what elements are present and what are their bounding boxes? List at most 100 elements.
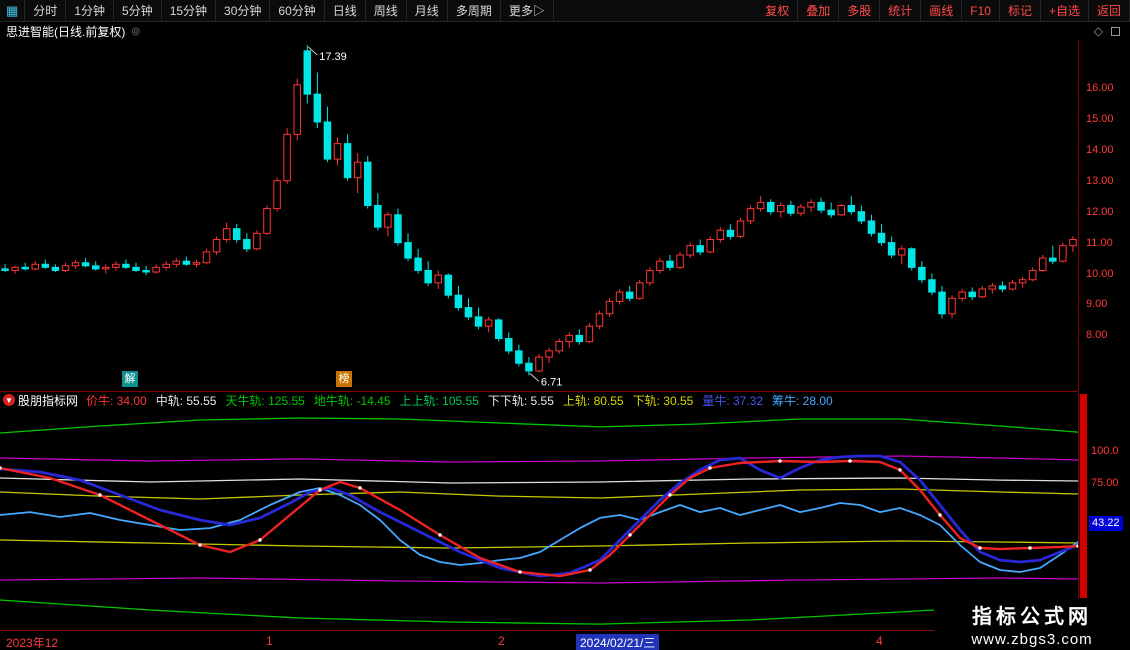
candle-body bbox=[919, 267, 926, 279]
line-marker-dot bbox=[588, 568, 591, 571]
toolbar-item-周线[interactable]: 周线 bbox=[366, 0, 407, 21]
toolbar-item-F10[interactable]: F10 bbox=[962, 0, 1000, 21]
indicator-source-name: 股朋指标网 bbox=[18, 392, 78, 409]
toolbar-item-月线[interactable]: 月线 bbox=[407, 0, 448, 21]
main-price-axis: 16.0015.0014.0013.0012.0011.0010.009.008… bbox=[1078, 40, 1130, 391]
date-label-selected: 2024/02/21/三 bbox=[576, 634, 659, 650]
trough-price-label: 6.71 bbox=[541, 376, 562, 388]
toolbar-item-更多▷[interactable]: 更多▷ bbox=[501, 0, 554, 21]
line-marker-dot bbox=[668, 493, 671, 496]
date-label: 2023年12 bbox=[6, 634, 58, 650]
candle-body bbox=[727, 230, 734, 236]
price-tick-label: 12.00 bbox=[1086, 206, 1114, 218]
candle-body bbox=[667, 261, 674, 267]
toolbar-item-统计[interactable]: 统计 bbox=[880, 0, 921, 21]
toolbar-item-1分钟[interactable]: 1分钟 bbox=[66, 0, 114, 21]
candle-body bbox=[969, 292, 976, 297]
watermark-title: 指标公式网 bbox=[972, 600, 1092, 629]
line-marker-dot bbox=[198, 543, 201, 546]
candle-body bbox=[677, 255, 684, 267]
toolbar-item-多股[interactable]: 多股 bbox=[839, 0, 880, 21]
candle-body bbox=[636, 283, 643, 298]
peak-price-label: 17.39 bbox=[319, 51, 347, 63]
tools-menu: 复权叠加多股统计画线F10标记+自选返回 bbox=[757, 0, 1130, 21]
candle-body bbox=[717, 230, 724, 239]
candle-body bbox=[878, 233, 885, 242]
candle-body bbox=[42, 264, 49, 267]
candle-body bbox=[959, 292, 966, 298]
candle-body bbox=[183, 261, 190, 264]
indicator-line-上轨 bbox=[0, 489, 1078, 499]
line-marker-dot bbox=[938, 513, 941, 516]
candles-svg: 17.39 6.71 bbox=[0, 40, 1078, 388]
indicator-line-天牛轨 bbox=[0, 418, 1078, 433]
candle-body bbox=[92, 266, 99, 269]
price-tick-label: 11.00 bbox=[1086, 237, 1113, 249]
candle-body bbox=[757, 202, 764, 208]
candle-body bbox=[838, 205, 845, 214]
candle-body bbox=[354, 162, 361, 177]
candle-body bbox=[485, 320, 492, 326]
candle-body bbox=[697, 246, 704, 252]
line-marker-dot bbox=[708, 466, 711, 469]
toolbar-item-复权[interactable]: 复权 bbox=[757, 0, 798, 21]
candle-body bbox=[767, 202, 774, 211]
candle-body bbox=[143, 270, 150, 272]
candle-body bbox=[415, 258, 422, 270]
candle-body bbox=[203, 252, 210, 263]
candle-body bbox=[445, 275, 452, 295]
candle-body bbox=[848, 205, 855, 211]
candle-body bbox=[556, 342, 563, 351]
toolbar-item-60分钟[interactable]: 60分钟 bbox=[270, 0, 324, 21]
candle-body bbox=[284, 134, 291, 180]
candle-body bbox=[1019, 280, 1026, 283]
toolbar-item-15分钟[interactable]: 15分钟 bbox=[162, 0, 216, 21]
panel-layout-icon[interactable] bbox=[1111, 27, 1120, 36]
candle-body bbox=[405, 243, 412, 258]
candle-body bbox=[898, 249, 905, 255]
ind-value-地牛轨: 地牛轨: -14.45 bbox=[314, 392, 391, 409]
current-value-badge: 43.22 bbox=[1089, 516, 1123, 531]
app-grid-icon[interactable]: ▦ bbox=[0, 0, 25, 21]
toolbar-item-画线[interactable]: 画线 bbox=[921, 0, 962, 21]
candle-body bbox=[103, 267, 110, 269]
indicator-line-下轨 bbox=[0, 540, 1078, 548]
candle-body bbox=[163, 264, 170, 267]
toolbar-item-5分钟[interactable]: 5分钟 bbox=[114, 0, 162, 21]
indicator-svg bbox=[0, 408, 1078, 630]
candle-body bbox=[1050, 258, 1057, 261]
toolbar-item-30分钟[interactable]: 30分钟 bbox=[216, 0, 270, 21]
candle-body bbox=[798, 207, 805, 213]
price-tick-label: 13.00 bbox=[1086, 175, 1114, 187]
price-tick-label: 10.00 bbox=[1086, 268, 1114, 280]
indicator-line-量牛 bbox=[0, 456, 1078, 576]
price-tick-label: 16.00 bbox=[1086, 82, 1114, 94]
candle-body bbox=[274, 181, 281, 209]
indicator-axis-bar bbox=[1080, 394, 1087, 600]
indicator-line-上上轨 bbox=[0, 456, 1078, 462]
toolbar-item-多周期[interactable]: 多周期 bbox=[448, 0, 501, 21]
toolbar-item-标记[interactable]: 标记 bbox=[1000, 0, 1041, 21]
toolbar-item-日线[interactable]: 日线 bbox=[325, 0, 366, 21]
chevron-down-icon[interactable]: ◎ bbox=[131, 26, 140, 37]
candle-body bbox=[626, 292, 633, 298]
candlestick-chart[interactable]: 17.396.71解榜 bbox=[0, 40, 1078, 388]
candle-body bbox=[425, 270, 432, 282]
candle-body bbox=[475, 317, 482, 326]
indicator-chart[interactable] bbox=[0, 408, 1078, 630]
line-marker-dot bbox=[318, 488, 321, 491]
toolbar-item-+自选[interactable]: +自选 bbox=[1041, 0, 1089, 21]
toolbar-item-返回[interactable]: 返回 bbox=[1089, 0, 1130, 21]
candle-body bbox=[818, 202, 825, 210]
diamond-icon[interactable]: ◇ bbox=[1094, 24, 1103, 38]
candle-body bbox=[193, 263, 200, 265]
candle-body bbox=[264, 209, 271, 234]
candle-body bbox=[1060, 246, 1067, 261]
candle-body bbox=[1029, 270, 1036, 279]
toolbar-item-分时[interactable]: 分时 bbox=[25, 0, 66, 21]
toolbar-item-叠加[interactable]: 叠加 bbox=[798, 0, 839, 21]
indicator-line-筹牛 bbox=[0, 488, 1078, 572]
indicator-source-icon[interactable]: ▼ bbox=[3, 394, 15, 406]
candle-body bbox=[1039, 258, 1046, 270]
candle-body bbox=[707, 240, 714, 252]
